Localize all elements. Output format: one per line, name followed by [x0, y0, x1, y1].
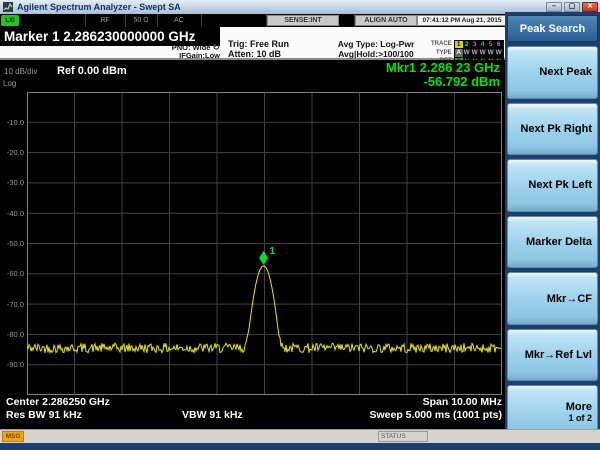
settings-band: Marker 1 2.286230000000 GHz PNO: Wide ↻ …: [0, 27, 507, 66]
avg-hold-label: Avg|Hold:>100/100: [338, 48, 414, 59]
type-cell: W: [471, 49, 478, 56]
y-axis-label: -20.0: [6, 148, 24, 158]
status-blank: [20, 14, 86, 27]
active-marker-readout: Mkr1 2.286 23 GHz -56.792 dBm: [386, 61, 500, 88]
softkey-marker-delta[interactable]: Marker Delta: [507, 215, 598, 269]
trace-plot: 1: [27, 92, 502, 395]
maximize-button[interactable]: ▢: [564, 2, 580, 12]
softkey-next-peak[interactable]: Next Peak: [507, 46, 598, 99]
trace-cell: 1: [454, 40, 463, 48]
trace-cell: 3: [472, 40, 477, 48]
marker-freq: Mkr1 2.286 23 GHz: [385, 60, 500, 75]
scale-type-label: Log: [3, 79, 17, 88]
trace-table-row-label: TYPE: [436, 49, 452, 56]
average-block: Avg Type: Log-Pwr Avg|Hold:>100/100: [318, 39, 434, 59]
trace-cell: 5: [488, 40, 493, 48]
bottom-status-bar: MSG STATUS: [0, 429, 600, 443]
softkey-menu: Next Peak Next Pk Right Next Pk Left Marker…: [507, 46, 598, 439]
ifgain-label: IFGain:Low: [179, 50, 220, 60]
type-cell: A: [454, 49, 463, 57]
softkey-menu-title: Peak Search: [507, 15, 598, 42]
status-blank: [339, 14, 355, 27]
measurement-display: Mkr1 2.286 23 GHz -56.792 dBm 10 dB/div …: [0, 60, 507, 429]
marker-1-diamond[interactable]: [259, 250, 269, 265]
marker-1-label: 1: [270, 246, 276, 257]
trigger-block: Trig: Free Run Atten: 10 dB: [228, 39, 289, 59]
window-title: Agilent Spectrum Analyzer - Swept SA: [17, 2, 181, 12]
type-cell: W: [495, 49, 502, 56]
ref-level-label: Ref 0.00 dBm: [57, 65, 127, 77]
sense-indicator: SENSE:INT: [267, 15, 339, 26]
scale-per-div-label: 10 dB/div: [4, 67, 38, 76]
softkey-next-pk-left[interactable]: Next Pk Left: [507, 159, 598, 212]
center-freq-annotation: Center 2.286250 GHz: [6, 396, 110, 408]
softkey-panel: Peak Search Next Peak Next Pk Right Next P…: [505, 12, 600, 443]
y-axis-label: -30.0: [6, 178, 24, 188]
type-cell: W: [479, 49, 486, 56]
align-indicator: ALIGN AUTO: [355, 15, 417, 26]
span-annotation: Span 10.00 MHz: [422, 396, 502, 408]
bottom-strip: [0, 443, 600, 450]
softkey-mkr-cf[interactable]: Mkr→CF: [507, 272, 598, 325]
minimize-button[interactable]: –: [546, 2, 562, 12]
pno-block: PNO: Wide ↻ IFGain:Low: [118, 43, 220, 60]
trace-cell: 4: [480, 40, 485, 48]
rbw-annotation: Res BW 91 kHz: [6, 409, 82, 421]
trace-cell: 6: [496, 40, 501, 48]
status-blank: [202, 14, 267, 27]
window-controls: – ▢ ✕: [546, 2, 598, 12]
coupling-indicator: AC: [158, 14, 202, 27]
atten-label: Atten: 10 dB: [228, 48, 282, 59]
impedance-indicator: 50 Ω: [126, 14, 158, 27]
clock: 07:41:12 PM Aug 21, 2015: [417, 15, 507, 26]
y-axis-label: -70.0: [6, 299, 24, 309]
vbw-annotation: VBW 91 kHz: [182, 409, 243, 421]
trace-table-row-label: TRACE: [431, 41, 452, 47]
spectrum-analyzer-window: Agilent Spectrum Analyzer - Swept SA – ▢ ✕…: [0, 0, 600, 450]
y-axis-label: -80.0: [6, 329, 24, 339]
type-cell: W: [463, 49, 470, 56]
lxi-indicator: LXI: [1, 15, 19, 26]
sweep-annotation: Sweep 5.000 ms (1001 pts): [369, 409, 503, 421]
softkey-next-pk-right[interactable]: Next Pk Right: [507, 102, 598, 156]
status-row: LXI RF 50 Ω AC SENSE:INT ALIGN AUTO 07:4…: [0, 14, 507, 27]
rf-indicator: RF: [86, 14, 126, 27]
y-axis-label: -60.0: [6, 269, 24, 279]
trace-cell: 2: [464, 40, 469, 48]
app-icon: [3, 2, 13, 12]
type-cell: W: [487, 49, 494, 56]
y-axis-label: -10.0: [6, 117, 24, 127]
y-axis-label: -40.0: [6, 208, 24, 218]
status-field: STATUS: [378, 431, 428, 442]
y-axis-label: -50.0: [6, 239, 24, 248]
softkey-mkr-ref-lvl[interactable]: Mkr→Ref Lvl: [507, 328, 598, 382]
close-button[interactable]: ✕: [582, 2, 598, 12]
marker-level: -56.792 dBm: [423, 73, 500, 89]
msg-badge[interactable]: MSG: [2, 431, 24, 442]
y-axis-label: -90.0: [6, 360, 24, 370]
